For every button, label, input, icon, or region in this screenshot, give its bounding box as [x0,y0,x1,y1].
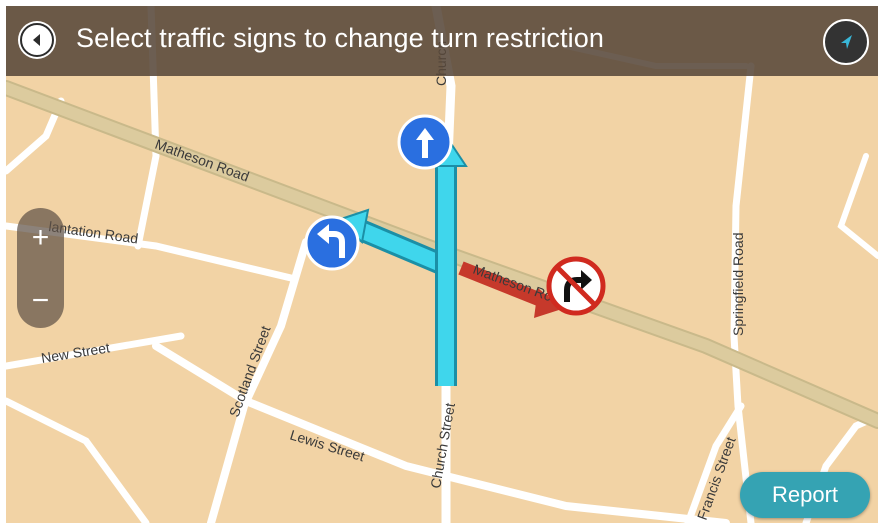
map-view[interactable]: Matheson Road Matheson Road lantation Ro… [6,6,878,523]
back-arrow-icon [33,34,40,46]
map-canvas[interactable]: Matheson Road Matheson Road lantation Ro… [6,6,878,523]
screen: Matheson Road Matheson Road lantation Ro… [0,0,884,529]
straight-arrow-sign-icon[interactable] [397,114,453,170]
left-turn-sign-icon[interactable] [304,215,360,271]
back-button[interactable] [20,23,54,57]
header-bar: Select traffic signs to change turn rest… [6,6,878,76]
report-button[interactable]: Report [740,472,870,518]
page-title: Select traffic signs to change turn rest… [76,23,604,53]
compass-button[interactable] [823,19,869,65]
compass-arrow-icon [841,35,852,49]
zoom-out-button[interactable]: − [17,276,64,326]
zoom-in-button[interactable]: + [17,213,64,263]
street-label-springfield: Springfield Road [730,232,746,336]
no-right-turn-sign-icon[interactable] [546,256,606,316]
zoom-control: + − [17,208,64,328]
